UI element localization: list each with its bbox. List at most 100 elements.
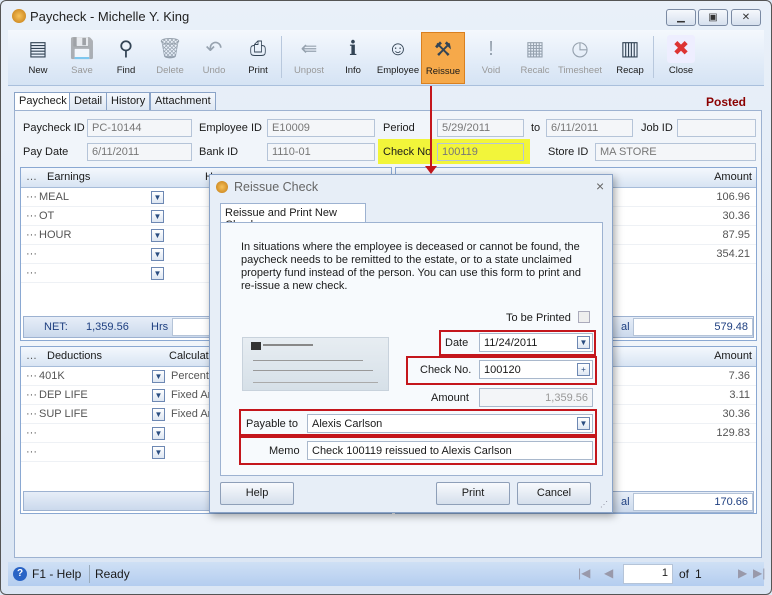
employee-id-field[interactable]: E10009 — [267, 119, 375, 137]
tab-paycheck[interactable]: Paycheck — [14, 92, 72, 111]
to-label: to — [531, 122, 541, 134]
earnings-header: Earnings — [47, 171, 91, 183]
tab-detail[interactable]: Detail — [69, 92, 108, 110]
earnings-amount-header: Amount — [714, 171, 752, 183]
page-input[interactable]: 1 — [623, 564, 673, 584]
store-id-field[interactable]: MA STORE — [595, 143, 756, 161]
check-no-field[interactable]: 100119 — [437, 143, 524, 161]
date-picker[interactable]: 11/24/2011 — [479, 333, 593, 352]
check-no-dialog-label: Check No. — [420, 364, 472, 376]
maximize-button[interactable]: ▣ — [698, 9, 728, 26]
find-button[interactable]: ⚲ Find — [104, 32, 148, 84]
new-button[interactable]: ▤ New — [16, 32, 60, 84]
delete-button[interactable]: 🗑 Delete — [148, 32, 192, 84]
memo-label: Memo — [269, 445, 300, 457]
undo-label: Undo — [202, 65, 226, 76]
minimize-button[interactable]: ▁ — [666, 9, 696, 26]
new-icon: ▤ — [28, 38, 48, 60]
paycheck-id-label: Paycheck ID — [23, 122, 85, 134]
payable-to-select[interactable]: Alexis Carlson — [307, 414, 593, 433]
earnings-total-label: al — [621, 321, 630, 333]
payable-dropdown-icon[interactable]: ▼ — [577, 417, 590, 430]
chevron-down-icon[interactable]: ▼ — [151, 210, 164, 223]
timesheet-button[interactable]: ◷ Timesheet — [558, 32, 602, 84]
row-amount: 129.83 — [716, 427, 750, 439]
timesheet-label: Timesheet — [558, 65, 602, 76]
chevron-down-icon[interactable]: ▼ — [151, 191, 164, 204]
check-no-input[interactable]: 100120 — [479, 360, 593, 379]
recalc-button[interactable]: ▦ Recalc — [513, 32, 557, 84]
chevron-down-icon[interactable]: ▼ — [152, 389, 165, 402]
cancel-button[interactable]: Cancel — [517, 482, 591, 505]
employee-button[interactable]: ☺ Employee — [376, 32, 420, 84]
store-id-label: Store ID — [548, 146, 589, 158]
chevron-down-icon[interactable]: ▼ — [152, 427, 165, 440]
deductions-total: 170.66 — [633, 493, 753, 511]
row-name: SUP LIFE — [39, 408, 88, 420]
row-name: HOUR — [39, 229, 72, 241]
chevron-down-icon[interactable]: ▼ — [151, 267, 164, 280]
tab-attachment[interactable]: Attachment — [150, 92, 216, 110]
void-button[interactable]: ! Void — [469, 32, 513, 84]
memo-input[interactable]: Check 100119 reissued to Alexis Carlson — [307, 441, 593, 460]
row-calc: Fixed Ar — [171, 408, 212, 420]
reissue-button[interactable]: ⚒ Reissue — [421, 32, 465, 84]
help-button[interactable]: Help — [220, 482, 294, 505]
void-icon: ! — [488, 38, 494, 60]
chevron-down-icon[interactable]: ▼ — [152, 446, 165, 459]
close-window-button[interactable]: ✕ — [731, 9, 761, 26]
reissue-label: Reissue — [425, 66, 461, 77]
printer-icon: ⎙ — [250, 38, 266, 60]
chevron-down-icon[interactable]: ▼ — [151, 248, 164, 261]
employee-label: Employee — [376, 65, 420, 76]
check-no-label: Check No — [383, 146, 432, 158]
period-label: Period — [383, 122, 415, 134]
row-name: 401K — [39, 370, 65, 382]
f1-help[interactable]: F1 - Help — [32, 567, 81, 581]
tab-reissue-print[interactable]: Reissue and Print New Check — [220, 203, 366, 231]
paycheck-id-field[interactable]: PC-10144 — [87, 119, 192, 137]
employee-id-label: Employee ID — [199, 122, 262, 134]
resize-grip-icon[interactable]: ⋰ — [600, 500, 608, 509]
chevron-down-icon[interactable]: ▼ — [151, 229, 164, 242]
hrs-label: Hrs — [151, 321, 169, 333]
pay-date-field[interactable]: 6/11/2011 — [87, 143, 192, 161]
trash-icon: 🗑 — [157, 38, 183, 60]
dialog-close-button[interactable]: × — [596, 178, 604, 194]
save-label: Save — [71, 65, 93, 76]
print-button[interactable]: Print — [436, 482, 510, 505]
chevron-down-icon[interactable]: ▼ — [152, 408, 165, 421]
bank-id-field[interactable]: 1110-01 — [267, 143, 375, 161]
earnings-total: 579.48 — [633, 318, 753, 336]
row-amount: 106.96 — [716, 191, 750, 203]
close-button[interactable]: ✖ Close — [659, 32, 703, 84]
job-id-field[interactable] — [677, 119, 756, 137]
date-dropdown-icon[interactable]: ▼ — [577, 336, 590, 349]
prev-page-icon[interactable]: ◀ — [604, 566, 613, 580]
plus-icon[interactable]: + — [577, 363, 590, 376]
reissue-icon: ⚒ — [434, 39, 452, 61]
callout-arrow — [430, 86, 432, 168]
recap-button[interactable]: ▥ Recap — [608, 32, 652, 84]
info-icon: ℹ — [349, 38, 357, 60]
next-page-icon[interactable]: ▶ — [738, 566, 747, 580]
info-button[interactable]: ℹ Info — [331, 32, 375, 84]
calculator-icon: ▦ — [525, 38, 545, 60]
period-to-field[interactable]: 6/11/2011 — [546, 119, 633, 137]
date-label: Date — [445, 337, 469, 349]
to-be-printed-checkbox[interactable] — [578, 311, 590, 323]
undo-button[interactable]: ↶ Undo — [192, 32, 236, 84]
print-button[interactable]: ⎙ Print — [236, 32, 280, 84]
chevron-down-icon[interactable]: ▼ — [152, 370, 165, 383]
status-bar: ? F1 - Help Ready |◀ ◀ 1 of 1 ▶ ▶| — [8, 562, 765, 586]
period-from-field[interactable]: 5/29/2011 — [437, 119, 524, 137]
first-page-icon[interactable]: |◀ — [578, 566, 590, 580]
dialog-icon — [216, 181, 228, 193]
last-page-icon[interactable]: ▶| — [753, 566, 765, 580]
bank-id-label: Bank ID — [199, 146, 239, 158]
tab-history[interactable]: History — [106, 92, 151, 110]
callout-arrowhead — [425, 166, 437, 174]
unpost-button[interactable]: ⇚ Unpost — [287, 32, 331, 84]
window-title: Paycheck - Michelle Y. King — [30, 9, 190, 24]
save-button[interactable]: 💾 Save — [60, 32, 104, 84]
